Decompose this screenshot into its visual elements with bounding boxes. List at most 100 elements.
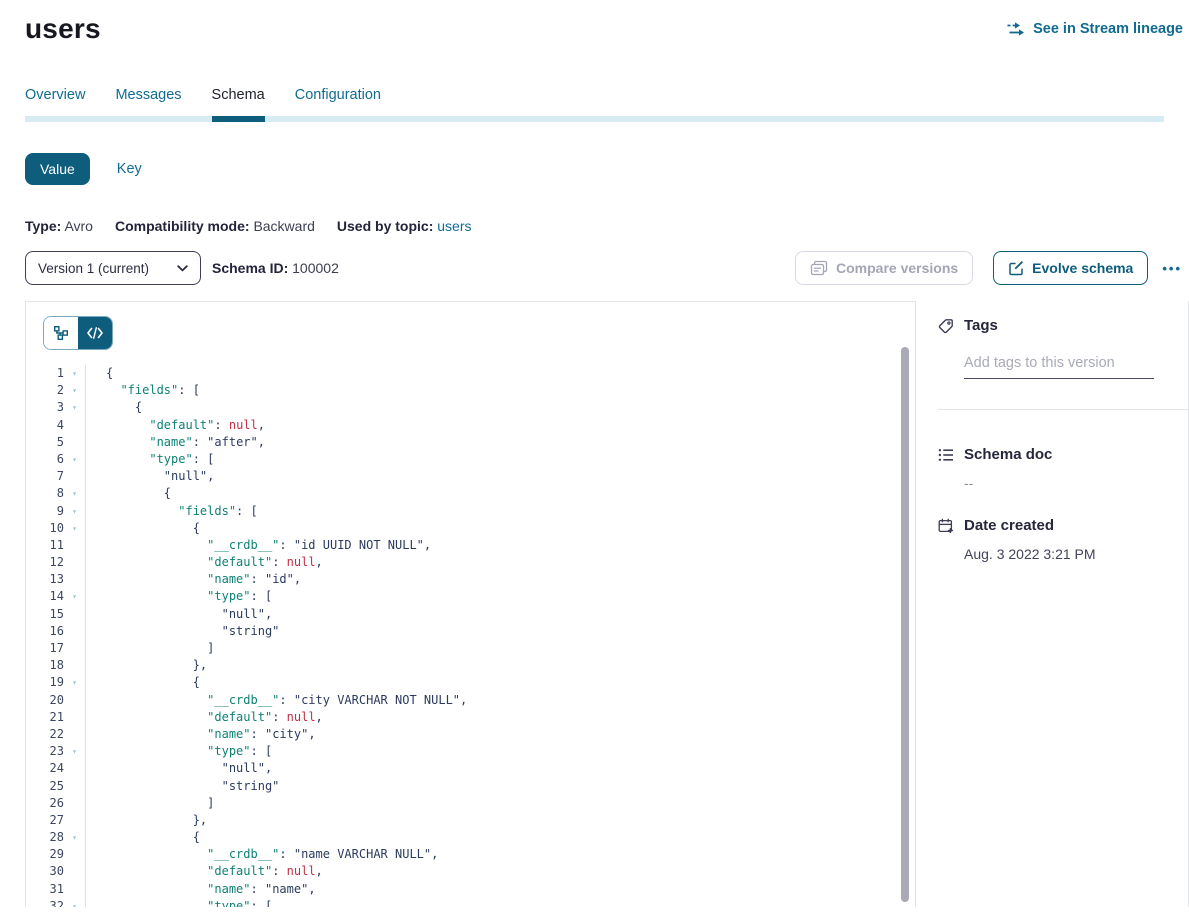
line-number: 5 <box>26 434 64 451</box>
fold-toggle-icon[interactable]: ▾ <box>64 520 85 537</box>
line-number: 26 <box>26 795 64 812</box>
line-number: 8 <box>26 485 64 502</box>
stream-lineage-label: See in Stream lineage <box>1033 21 1183 37</box>
value-key-toggle: Value Key <box>25 153 1189 185</box>
code-text: { <box>85 365 915 382</box>
line-number: 31 <box>26 881 64 898</box>
fold-toggle-icon[interactable]: ▾ <box>64 588 85 605</box>
fold-toggle-icon[interactable]: ▾ <box>64 743 85 760</box>
stream-lineage-link[interactable]: See in Stream lineage <box>1007 21 1183 37</box>
code-line: 23▾ "type": [ <box>26 743 915 760</box>
code-line: 3▾ { <box>26 399 915 416</box>
fold-toggle-icon[interactable]: ▾ <box>64 399 85 416</box>
code-line: 4 "default": null, <box>26 417 915 434</box>
fold-spacer <box>64 571 85 588</box>
topic-link[interactable]: users <box>437 218 471 234</box>
fold-spacer <box>64 881 85 898</box>
code-text: { <box>85 674 915 691</box>
compatibility-value: Backward <box>253 218 314 234</box>
code-line: 14▾ "type": [ <box>26 588 915 605</box>
line-number: 6 <box>26 451 64 468</box>
vertical-scrollbar[interactable] <box>901 347 909 902</box>
tab-bar: Overview Messages Schema Configuration <box>25 87 1164 122</box>
code-line: 26 ] <box>26 795 915 812</box>
list-icon <box>938 447 954 463</box>
evolve-schema-button[interactable]: Evolve schema <box>993 251 1148 285</box>
fold-toggle-icon[interactable]: ▾ <box>64 898 85 907</box>
code-text: "type": [ <box>85 898 915 907</box>
add-tags-input[interactable] <box>964 355 1154 379</box>
fold-spacer <box>64 623 85 640</box>
schema-id-value: 100002 <box>292 260 339 276</box>
tags-title: Tags <box>964 317 998 334</box>
date-created-value: Aug. 3 2022 3:21 PM <box>964 546 1188 562</box>
line-number: 21 <box>26 709 64 726</box>
fold-toggle-icon[interactable]: ▾ <box>64 503 85 520</box>
value-toggle-button[interactable]: Value <box>25 153 90 185</box>
fold-toggle-icon[interactable]: ▾ <box>64 674 85 691</box>
version-select[interactable]: Version 1 (current) <box>25 251 201 285</box>
code-line: 16 "string" <box>26 623 915 640</box>
code-text: "default": null, <box>85 863 915 880</box>
used-by-topic-label: Used by topic: <box>337 218 433 234</box>
code-text: "type": [ <box>85 451 915 468</box>
line-number: 23 <box>26 743 64 760</box>
tab-overview[interactable]: Overview <box>25 87 85 116</box>
fold-spacer <box>64 554 85 571</box>
code-text: }, <box>85 812 915 829</box>
line-number: 22 <box>26 726 64 743</box>
code-line: 12 "default": null, <box>26 554 915 571</box>
fold-spacer <box>64 434 85 451</box>
code-text: ] <box>85 640 915 657</box>
version-select-value: Version 1 (current) <box>38 261 149 276</box>
fold-toggle-icon[interactable]: ▾ <box>64 485 85 502</box>
code-line: 18 }, <box>26 657 915 674</box>
line-number: 11 <box>26 537 64 554</box>
code-line: 8▾ { <box>26 485 915 502</box>
code-line: 10▾ { <box>26 520 915 537</box>
tab-schema[interactable]: Schema <box>212 87 265 122</box>
code-line: 5 "name": "after", <box>26 434 915 451</box>
meta-type: Type: Avro <box>25 218 93 234</box>
code-line: 31 "name": "name", <box>26 881 915 898</box>
fold-spacer <box>64 795 85 812</box>
code-text: "__crdb__": "city VARCHAR NOT NULL", <box>85 692 915 709</box>
code-text: "type": [ <box>85 743 915 760</box>
fold-toggle-icon[interactable]: ▾ <box>64 451 85 468</box>
line-number: 20 <box>26 692 64 709</box>
evolve-schema-label: Evolve schema <box>1032 260 1133 276</box>
code-view-icon <box>87 327 103 339</box>
schema-editor-panel: 1▾{2▾ "fields": [3▾ {4 "default": null,5… <box>25 301 916 907</box>
schema-meta: Type: Avro Compatibility mode: Backward … <box>25 218 1189 234</box>
code-text: "default": null, <box>85 554 915 571</box>
schema-id-label: Schema ID: <box>212 260 288 276</box>
schema-doc-title: Schema doc <box>964 446 1052 463</box>
tree-view-button[interactable] <box>44 317 78 349</box>
key-toggle-button[interactable]: Key <box>117 161 142 177</box>
line-number: 3 <box>26 399 64 416</box>
line-number: 14 <box>26 588 64 605</box>
code-line: 30 "default": null, <box>26 863 915 880</box>
code-text: { <box>85 520 915 537</box>
line-number: 4 <box>26 417 64 434</box>
meta-compatibility: Compatibility mode: Backward <box>115 218 315 234</box>
code-view-button[interactable] <box>78 317 112 349</box>
code-text: "fields": [ <box>85 503 915 520</box>
line-number: 18 <box>26 657 64 674</box>
code-line: 20 "__crdb__": "city VARCHAR NOT NULL", <box>26 692 915 709</box>
fold-toggle-icon[interactable]: ▾ <box>64 829 85 846</box>
line-number: 30 <box>26 863 64 880</box>
code-text: "name": "id", <box>85 571 915 588</box>
type-label: Type: <box>25 218 61 234</box>
tab-messages[interactable]: Messages <box>115 87 181 116</box>
tab-configuration[interactable]: Configuration <box>295 87 381 116</box>
more-options-button[interactable]: ••• <box>1162 261 1182 276</box>
date-created-title: Date created <box>964 517 1054 534</box>
fold-toggle-icon[interactable]: ▾ <box>64 382 85 399</box>
code-text: }, <box>85 657 915 674</box>
code-text: "__crdb__": "id UUID NOT NULL", <box>85 537 915 554</box>
code-line: 7 "null", <box>26 468 915 485</box>
code-line: 19▾ { <box>26 674 915 691</box>
line-number: 25 <box>26 778 64 795</box>
fold-toggle-icon[interactable]: ▾ <box>64 365 85 382</box>
